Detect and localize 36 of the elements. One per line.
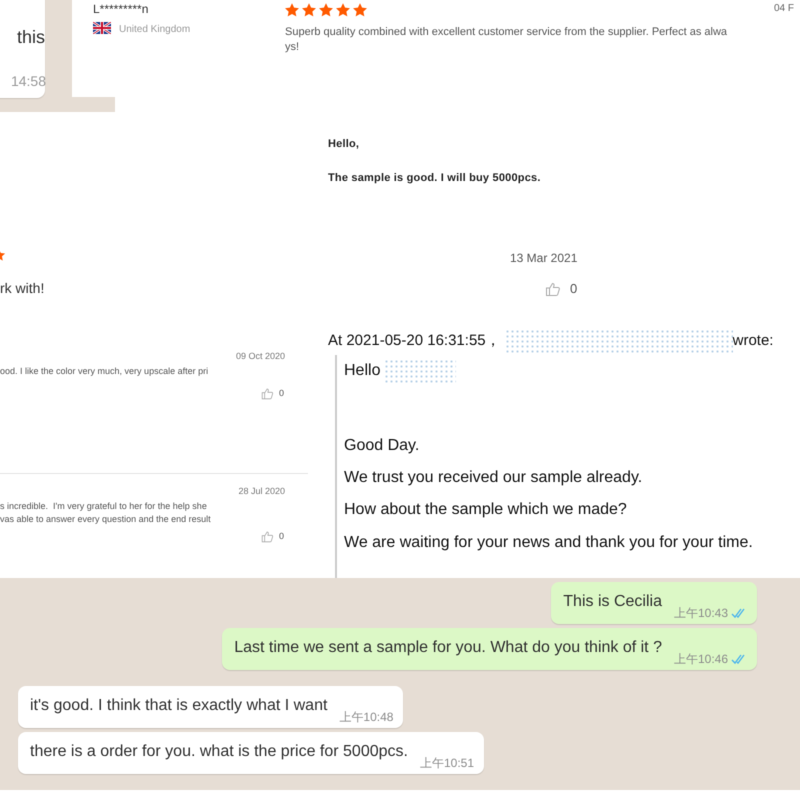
email-text: Good Day.	[344, 436, 420, 456]
message-time: 上午10:48	[339, 709, 394, 726]
like-count: 0	[570, 280, 578, 298]
thumbs-up-icon[interactable]	[261, 387, 274, 400]
thumbs-up-icon[interactable]	[545, 280, 561, 297]
review-text: s incredible. I'm very grateful to her for the help she vas able to answer every question and the end result	[0, 500, 211, 526]
email-text: We trust you received our sample already.	[344, 468, 644, 488]
like-count: 0	[279, 530, 284, 543]
email-text: How about the sample which we made?	[344, 500, 628, 520]
message-time: 14:58	[10, 72, 46, 91]
message-text: this	[16, 26, 45, 49]
review-date: 28 Jul 2020	[238, 485, 285, 498]
message-text: The sample is good. I will buy 5000pcs.	[328, 171, 541, 186]
flag-icon	[93, 22, 111, 34]
message-time: 上午10:43	[674, 605, 728, 622]
review-date: 13 Mar 2021	[510, 250, 578, 267]
country-name: United Kingdom	[119, 23, 190, 37]
message-text: it's good. I think that is exactly what I want	[30, 696, 328, 716]
reviewer-name: L*********n	[93, 1, 148, 18]
message-text: there is a order for you. what is the price for 5000pcs.	[30, 742, 408, 762]
review-date: 09 Oct 2020	[236, 350, 285, 363]
message-time: 上午10:51	[420, 755, 474, 772]
email-text: We are waiting for your news and thank you for your time.	[344, 532, 754, 552]
like-count: 0	[279, 387, 284, 400]
review-text: ood. I like the color very much, very upscale after pri	[0, 365, 208, 378]
review-date: 04 F	[774, 2, 794, 16]
message-text: Hello,	[328, 137, 360, 152]
message-text: This is Cecilia	[563, 592, 662, 612]
review-text: rk with!	[0, 279, 44, 298]
quote-header: wrote:	[732, 332, 774, 350]
thumbs-up-icon[interactable]	[261, 530, 274, 544]
quote-header: At 2021-05-20 16:31:55，	[328, 332, 501, 350]
email-text: Hello	[344, 361, 380, 381]
message-text: Last time we sent a sample for you. What do you think of it ?	[234, 638, 662, 658]
review-text: Superb quality combined with excellent customer service from the supplier. Perfect as alwa ys!	[285, 25, 728, 56]
message-time: 上午10:46	[674, 651, 728, 668]
